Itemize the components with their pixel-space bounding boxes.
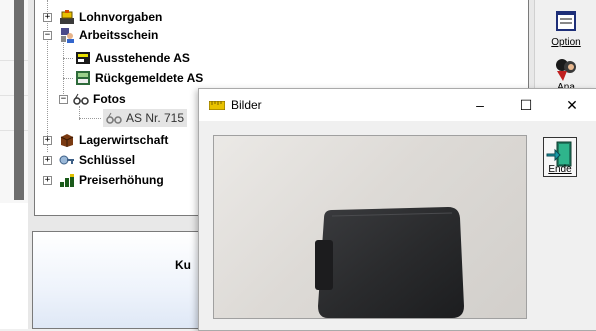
glasses-icon	[73, 91, 89, 107]
tree-item-lagerwirtschaft[interactable]: + Lagerwirtschaft	[43, 131, 168, 149]
tree-item-lohnvorgaben[interactable]: + Lohnvorgaben	[43, 8, 162, 26]
bilder-dialog: Bilder – ☐ ✕ Ende	[198, 88, 596, 331]
tree-item-label: Lagerwirtschaft	[79, 133, 169, 147]
tree-connector	[63, 58, 73, 59]
people-icon	[556, 59, 576, 81]
phone-case-photo	[315, 207, 464, 318]
maximize-button[interactable]: ☐	[503, 89, 549, 121]
expand-icon[interactable]: +	[43, 136, 52, 145]
tree-item-label: AS Nr. 715	[126, 111, 185, 125]
price-chart-icon	[59, 172, 75, 188]
collapse-icon[interactable]: −	[59, 95, 68, 104]
tree-item-label: Arbeitsschein	[79, 28, 159, 42]
tree-item-rueckgemeldete-as[interactable]: Rückgemeldete AS	[75, 69, 203, 87]
pending-worksheets-icon	[75, 50, 91, 66]
expand-icon[interactable]: +	[43, 176, 52, 185]
tree-connector	[63, 78, 73, 79]
tree-item-fotos[interactable]: − Fotos	[59, 90, 126, 108]
customer-label: Ku	[175, 258, 191, 272]
close-button[interactable]: ✕	[549, 89, 595, 121]
returned-worksheets-icon	[75, 70, 91, 86]
keys-icon	[59, 152, 75, 168]
tree-connector	[79, 118, 101, 119]
tree-item-label: Rückgemeldete AS	[95, 71, 204, 85]
minimize-button[interactable]: –	[457, 89, 503, 121]
dialog-title: Bilder	[231, 98, 262, 112]
tree-item-label: Fotos	[93, 92, 126, 106]
tree-item-label: Lohnvorgaben	[79, 10, 163, 24]
dialog-titlebar[interactable]: Bilder – ☐ ✕	[199, 89, 596, 121]
tree-item-as-nr-715[interactable]: AS Nr. 715	[103, 109, 188, 127]
ruler-icon	[209, 100, 225, 110]
option-button[interactable]: Option	[535, 10, 596, 48]
tree-item-label: Ausstehende AS	[95, 51, 190, 65]
minimize-icon: –	[476, 97, 484, 113]
tree-item-schluessel[interactable]: + Schlüssel	[43, 151, 135, 169]
expand-icon[interactable]: +	[43, 156, 52, 165]
close-icon: ✕	[566, 96, 578, 113]
settings-window-icon	[556, 11, 576, 31]
background-window-bottom-left	[0, 203, 28, 329]
warehouse-box-icon	[59, 132, 75, 148]
ende-label: Ende	[548, 164, 572, 175]
tree-item-arbeitsschein[interactable]: − Arbeitsschein	[43, 26, 158, 44]
tree-item-label: Preiserhöhung	[79, 173, 164, 187]
worksheet-icon	[59, 27, 75, 43]
tree-item-label: Schlüssel	[79, 153, 136, 167]
wage-icon	[59, 9, 75, 25]
tree-item-preiserhoehung[interactable]: + Preiserhöhung	[43, 171, 164, 189]
collapse-icon[interactable]: −	[43, 31, 52, 40]
ende-button[interactable]: Ende	[543, 137, 577, 177]
maximize-icon: ☐	[519, 96, 533, 113]
photo-viewer	[213, 135, 527, 319]
glasses-icon	[106, 110, 122, 126]
option-label: Option	[551, 37, 581, 48]
expand-icon[interactable]: +	[43, 13, 52, 22]
tree-item-ausstehende-as[interactable]: Ausstehende AS	[75, 49, 190, 67]
window-edge-bar	[14, 0, 24, 200]
